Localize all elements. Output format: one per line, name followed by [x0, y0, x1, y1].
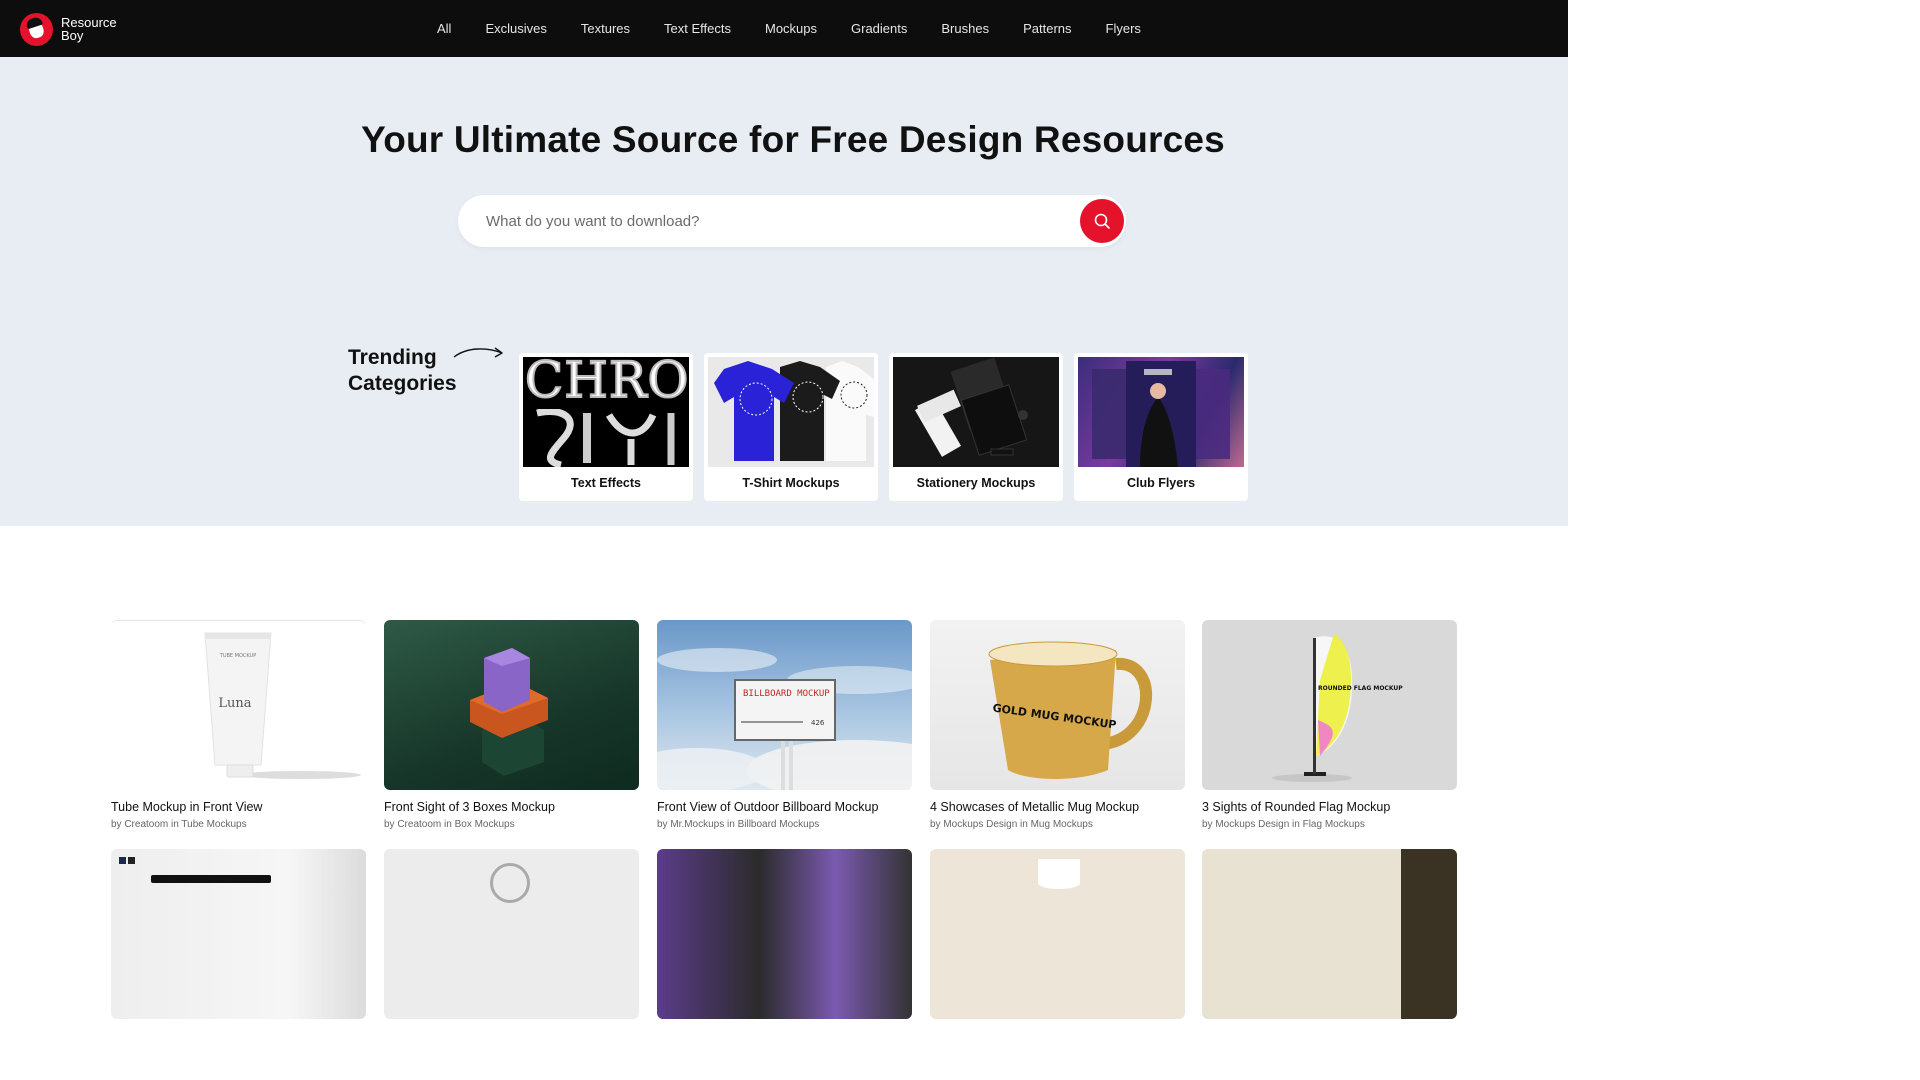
category-label: Stationery Mockups	[916, 476, 1036, 490]
nav-item-flyers[interactable]: Flyers	[1106, 21, 1141, 36]
resource-meta: by Mr.Mockups in Billboard Mockups	[657, 819, 820, 830]
resource-title[interactable]: 3 Sights of Rounded Flag Mockup	[1202, 800, 1457, 814]
resource-card[interactable]: BILLBOARD MOCKUP 426 Front View of Outdo…	[657, 620, 912, 830]
nav-item-all[interactable]: All	[437, 21, 451, 36]
logo-text-line2: Boy	[61, 28, 84, 43]
resource-title[interactable]: 4 Showcases of Metallic Mug Mockup	[930, 800, 1185, 814]
resource-title[interactable]: Front View of Outdoor Billboard Mockup	[657, 800, 912, 814]
resource-card[interactable]: ROUNDED FLAG MOCKUP 3 Sights of Rounded …	[1202, 620, 1457, 830]
resource-card[interactable]: Front Sight of 3 Boxes Mockup by Creatoo…	[384, 620, 639, 830]
main-nav: All Exclusives Textures Text Effects Moc…	[437, 0, 1175, 57]
nav-item-gradients[interactable]: Gradients	[851, 21, 907, 36]
resource-thumbnail[interactable]	[384, 620, 639, 790]
resource-meta: by Mockups Design in Flag Mockups	[1202, 819, 1365, 830]
resource-thumbnail[interactable]	[384, 849, 639, 1019]
resource-thumbnail[interactable]: ROUNDED FLAG MOCKUP	[1202, 620, 1457, 790]
search-icon	[1094, 213, 1110, 229]
nav-item-exclusives[interactable]: Exclusives	[485, 21, 546, 36]
site-logo[interactable]: Resource Boy	[20, 12, 120, 46]
resource-card[interactable]	[657, 849, 912, 1019]
resource-card[interactable]: TUBE MOCKUP Luna Tube Mockup in Front Vi…	[111, 620, 366, 830]
category-thumbnail: CHRO	[523, 357, 689, 467]
search-bar	[458, 195, 1126, 247]
category-label: Club Flyers	[1126, 476, 1196, 490]
trending-heading-line2: Categories	[348, 372, 457, 395]
resource-title[interactable]: Tube Mockup in Front View	[111, 800, 366, 814]
flag-text: ROUNDED FLAG MOCKUP	[1318, 685, 1403, 692]
resource-card[interactable]: GOLD MUG MOCKUP 4 Showcases of Metallic …	[930, 620, 1185, 830]
resource-meta: by Creatoom in Box Mockups	[384, 819, 515, 830]
figma-icon	[128, 857, 135, 864]
category-thumbnail	[893, 357, 1059, 467]
resource-card[interactable]	[1202, 849, 1457, 1019]
trending-heading-line1: Trending	[348, 346, 437, 369]
trending-heading: Trending Categories	[348, 345, 457, 397]
search-button[interactable]	[1080, 199, 1124, 243]
category-card-stationery-mockups[interactable]: Stationery Mockups	[889, 353, 1063, 501]
category-card-tshirt-mockups[interactable]: T-Shirt Mockups	[704, 353, 878, 501]
category-label: T-Shirt Mockups	[742, 476, 840, 490]
logo-icon	[20, 12, 53, 46]
resource-card[interactable]	[111, 849, 366, 1019]
nav-item-brushes[interactable]: Brushes	[941, 21, 989, 36]
resource-thumbnail[interactable]	[111, 849, 366, 1019]
nav-item-mockups[interactable]: Mockups	[765, 21, 817, 36]
resource-thumbnail[interactable]	[1202, 849, 1457, 1019]
resource-thumbnail[interactable]: GOLD MUG MOCKUP	[930, 620, 1185, 790]
category-card-text-effects[interactable]: CHRO Text Effects	[519, 353, 693, 501]
category-thumbnail	[708, 357, 874, 467]
resource-thumbnail[interactable]	[657, 849, 912, 1019]
top-navbar: Resource Boy All Exclusives Textures Tex…	[0, 0, 1568, 57]
billboard-text: BILLBOARD MOCKUP	[743, 689, 830, 699]
resource-meta: by Creatoom in Tube Mockups	[111, 819, 247, 830]
category-label: Text Effects	[571, 476, 641, 490]
resource-meta: by Mockups Design in Mug Mockups	[930, 819, 1093, 830]
resource-thumbnail[interactable]: TUBE MOCKUP Luna	[111, 620, 366, 790]
photoshop-icon	[119, 857, 126, 864]
nav-item-textures[interactable]: Textures	[581, 21, 630, 36]
trending-categories: CHRO Text Effects T-Shirt Mockups Statio…	[519, 353, 1259, 501]
tube-top-text: TUBE MOCKUP	[219, 653, 256, 659]
curved-arrow-icon	[453, 347, 503, 358]
resource-card[interactable]	[384, 849, 639, 1019]
nav-item-patterns[interactable]: Patterns	[1023, 21, 1071, 36]
text-effect-thumb-text: CHRO	[524, 357, 689, 409]
category-card-club-flyers[interactable]: Club Flyers	[1074, 353, 1248, 501]
resource-card[interactable]	[930, 849, 1185, 1019]
tube-brand-text: Luna	[218, 696, 251, 711]
hero-section: Your Ultimate Source for Free Design Res…	[0, 57, 1568, 526]
nav-item-text-effects[interactable]: Text Effects	[664, 21, 731, 36]
resource-thumbnail[interactable]: BILLBOARD MOCKUP 426	[657, 620, 912, 790]
resource-thumbnail[interactable]	[930, 849, 1185, 1019]
resource-title[interactable]: Front Sight of 3 Boxes Mockup	[384, 800, 639, 814]
search-input[interactable]	[486, 195, 1076, 247]
hero-title: Your Ultimate Source for Free Design Res…	[361, 119, 1225, 160]
billboard-number-text: 426	[811, 719, 825, 727]
category-thumbnail	[1078, 357, 1244, 467]
logo-text: Resource Boy	[61, 16, 117, 42]
